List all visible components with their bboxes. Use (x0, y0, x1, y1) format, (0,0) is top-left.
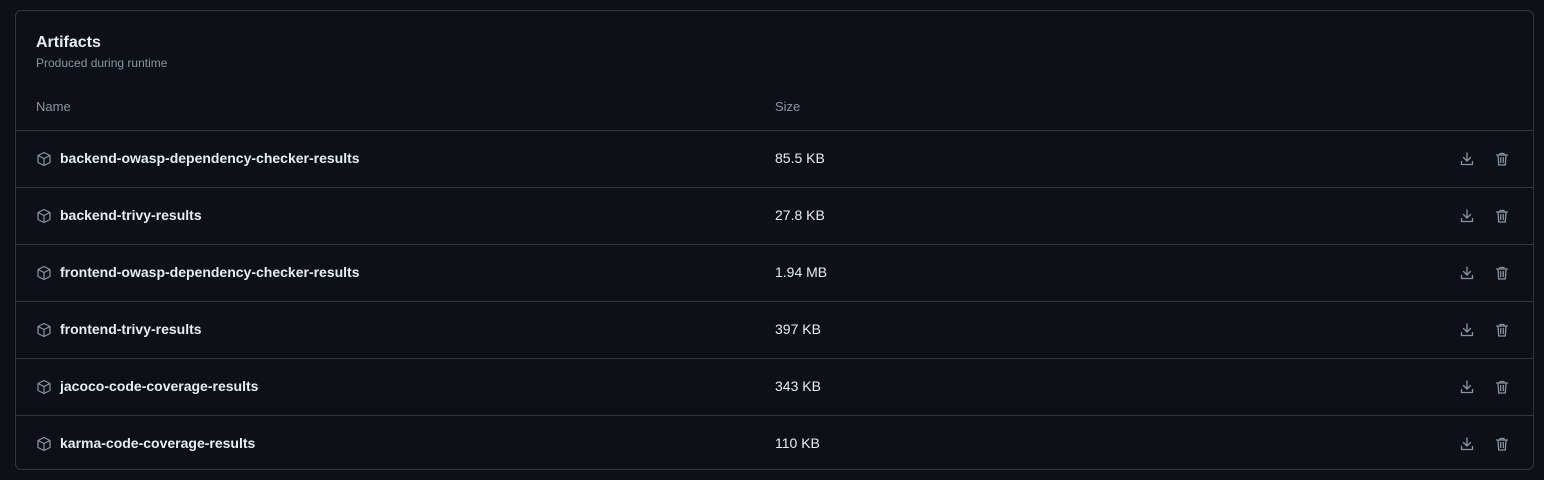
package-icon (36, 151, 52, 167)
trash-icon (1495, 266, 1509, 280)
artifact-row: backend-owasp-dependency-checker-results… (16, 131, 1533, 188)
table-header: Name Size (16, 74, 1533, 131)
download-button[interactable] (1455, 147, 1479, 171)
delete-button[interactable] (1490, 204, 1514, 228)
delete-button[interactable] (1490, 147, 1514, 171)
package-icon (36, 436, 52, 452)
download-icon (1460, 152, 1474, 166)
trash-icon (1495, 380, 1509, 394)
panel-header: Artifacts Produced during runtime (16, 11, 1533, 74)
artifact-row: karma-code-coverage-results 110 KB (16, 416, 1533, 469)
panel-subtitle: Produced during runtime (36, 56, 168, 70)
trash-icon (1495, 323, 1509, 337)
package-icon (36, 379, 52, 395)
artifact-name-link[interactable]: backend-owasp-dependency-checker-results (60, 150, 360, 166)
column-header-size: Size (775, 99, 801, 114)
download-button[interactable] (1455, 432, 1479, 456)
package-icon (36, 208, 52, 224)
artifact-size: 397 KB (775, 321, 821, 337)
package-icon (36, 265, 52, 281)
download-button[interactable] (1455, 318, 1479, 342)
trash-icon (1495, 209, 1509, 223)
artifact-size: 1.94 MB (775, 264, 828, 280)
download-icon (1460, 266, 1474, 280)
panel-title: Artifacts (36, 34, 101, 51)
download-icon (1460, 380, 1474, 394)
artifacts-panel: Artifacts Produced during runtime Name S… (15, 10, 1534, 470)
artifact-list: backend-owasp-dependency-checker-results… (16, 131, 1533, 469)
download-button[interactable] (1455, 375, 1479, 399)
download-icon (1460, 209, 1474, 223)
artifact-size: 110 KB (775, 435, 820, 451)
artifact-row: jacoco-code-coverage-results 343 KB (16, 359, 1533, 416)
artifact-name-link[interactable]: karma-code-coverage-results (60, 435, 255, 451)
download-button[interactable] (1455, 204, 1479, 228)
delete-button[interactable] (1490, 261, 1514, 285)
package-icon (36, 322, 52, 338)
artifact-size: 343 KB (775, 378, 821, 394)
artifact-row: frontend-trivy-results 397 KB (16, 302, 1533, 359)
trash-icon (1495, 152, 1509, 166)
artifact-name-link[interactable]: jacoco-code-coverage-results (60, 378, 258, 394)
delete-button[interactable] (1490, 318, 1514, 342)
download-button[interactable] (1455, 261, 1479, 285)
download-icon (1460, 323, 1474, 337)
delete-button[interactable] (1490, 432, 1514, 456)
trash-icon (1495, 437, 1509, 451)
delete-button[interactable] (1490, 375, 1514, 399)
artifact-name-link[interactable]: backend-trivy-results (60, 207, 202, 223)
download-icon (1460, 437, 1474, 451)
artifact-name-link[interactable]: frontend-trivy-results (60, 321, 202, 337)
artifact-name-link[interactable]: frontend-owasp-dependency-checker-result… (60, 264, 360, 280)
artifact-size: 85.5 KB (775, 150, 825, 166)
column-header-name: Name (36, 99, 71, 114)
artifact-size: 27.8 KB (775, 207, 825, 223)
artifact-row: backend-trivy-results 27.8 KB (16, 188, 1533, 245)
artifact-row: frontend-owasp-dependency-checker-result… (16, 245, 1533, 302)
